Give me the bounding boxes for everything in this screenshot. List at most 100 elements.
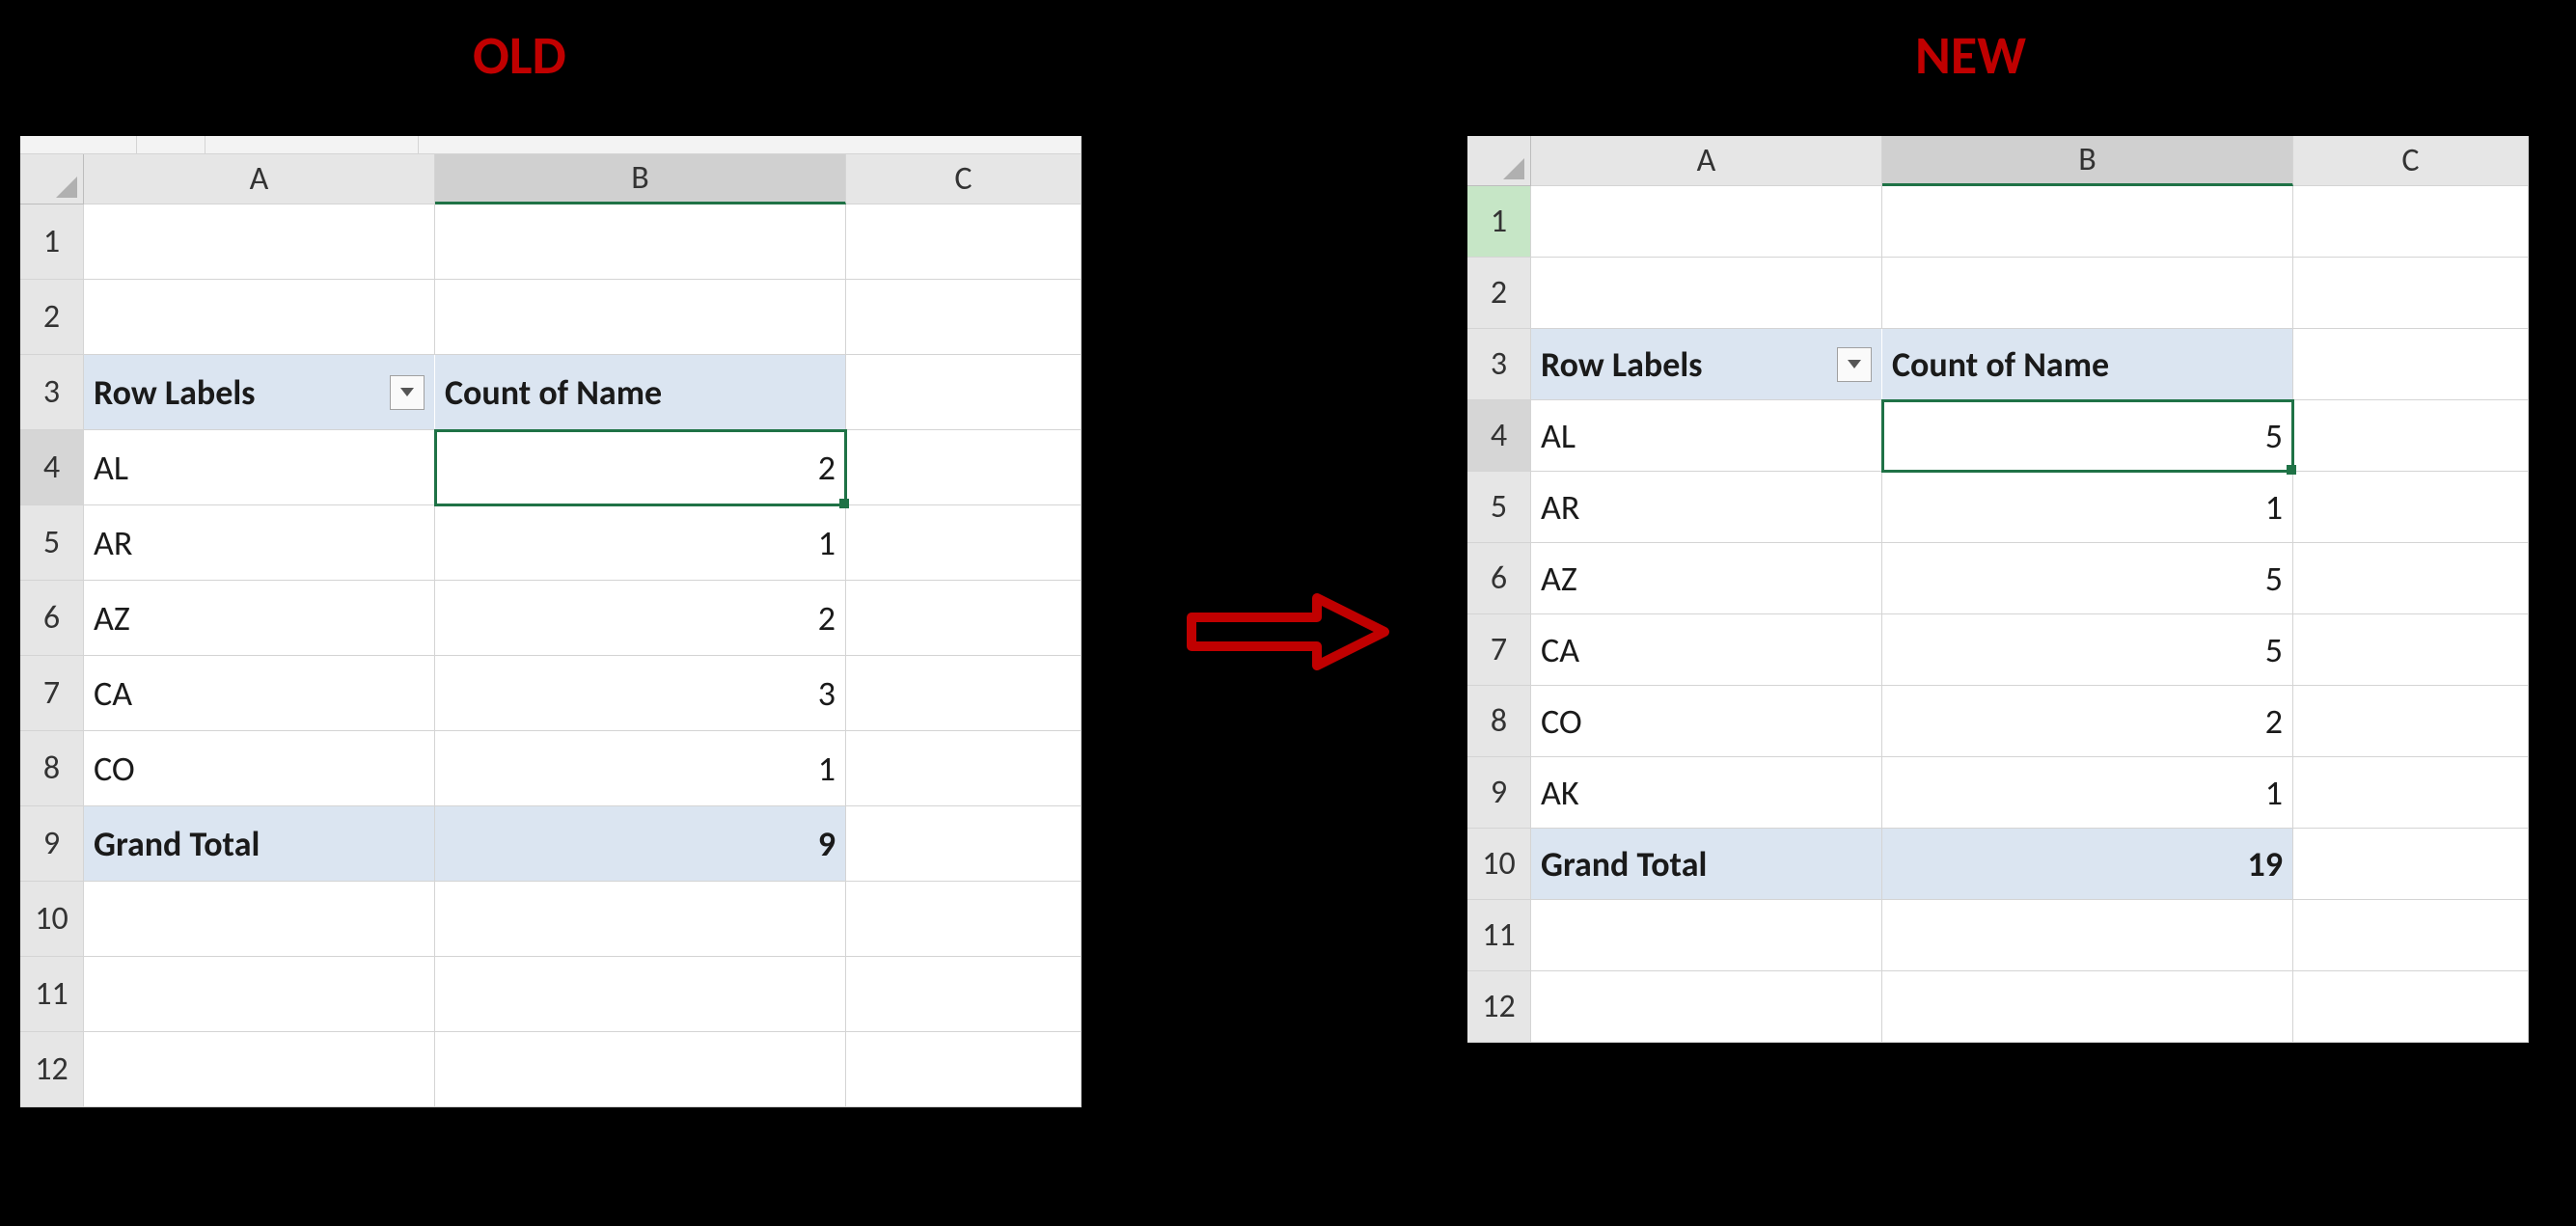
cell[interactable]: [846, 806, 1082, 882]
col-header-B[interactable]: B: [1882, 136, 2293, 186]
row-header[interactable]: 9: [20, 806, 84, 882]
filter-dropdown-icon[interactable]: [390, 375, 425, 410]
cell[interactable]: 3: [435, 656, 846, 731]
cell[interactable]: [1531, 900, 1882, 971]
col-header-A[interactable]: A: [1531, 136, 1882, 186]
cell[interactable]: [846, 957, 1082, 1032]
cell[interactable]: [1882, 186, 2293, 258]
row-header[interactable]: 7: [20, 656, 84, 731]
cell[interactable]: 1: [1882, 472, 2293, 543]
filter-dropdown-icon[interactable]: [1837, 347, 1872, 382]
col-header-C[interactable]: C: [2293, 136, 2529, 186]
row-header[interactable]: 3: [20, 355, 84, 430]
grand-total-value[interactable]: 19: [1882, 829, 2293, 900]
select-all-corner[interactable]: [1467, 136, 1531, 186]
grand-total-label[interactable]: Grand Total: [1531, 829, 1882, 900]
active-cell[interactable]: 5: [1882, 400, 2293, 472]
old-grid[interactable]: A B C 1 2 3 Row Labels Count of Name 4 A…: [20, 154, 1082, 1107]
cell[interactable]: [846, 355, 1082, 430]
cell[interactable]: [84, 204, 435, 280]
row-header[interactable]: 2: [20, 280, 84, 355]
cell[interactable]: [2293, 400, 2529, 472]
pivot-count-header[interactable]: Count of Name: [435, 355, 846, 430]
cell[interactable]: CO: [1531, 686, 1882, 757]
cell[interactable]: [846, 882, 1082, 957]
cell[interactable]: AR: [1531, 472, 1882, 543]
row-header[interactable]: 11: [1467, 900, 1531, 971]
pivot-count-header[interactable]: Count of Name: [1882, 329, 2293, 400]
cell[interactable]: [1882, 971, 2293, 1043]
cell[interactable]: AR: [84, 505, 435, 581]
cell[interactable]: [2293, 258, 2529, 329]
cell[interactable]: 1: [1882, 757, 2293, 829]
cell[interactable]: [846, 280, 1082, 355]
cell[interactable]: [84, 280, 435, 355]
cell[interactable]: [846, 581, 1082, 656]
cell[interactable]: 2: [1882, 686, 2293, 757]
col-header-B[interactable]: B: [435, 154, 846, 204]
cell[interactable]: [846, 656, 1082, 731]
cell[interactable]: [846, 1032, 1082, 1107]
cell[interactable]: [1882, 900, 2293, 971]
cell[interactable]: [2293, 186, 2529, 258]
pivot-row-labels-header[interactable]: Row Labels: [1531, 329, 1882, 400]
row-header[interactable]: 5: [20, 505, 84, 581]
cell[interactable]: [84, 957, 435, 1032]
new-grid[interactable]: A B C 1 2 3 Row Labels Count of Name 4 A…: [1467, 136, 2529, 1043]
cell[interactable]: [846, 505, 1082, 581]
cell[interactable]: AK: [1531, 757, 1882, 829]
cell[interactable]: [1882, 258, 2293, 329]
row-header[interactable]: 10: [20, 882, 84, 957]
cell[interactable]: [2293, 472, 2529, 543]
row-header[interactable]: 2: [1467, 258, 1531, 329]
row-header[interactable]: 4: [1467, 400, 1531, 472]
row-header[interactable]: 6: [20, 581, 84, 656]
cell[interactable]: [2293, 614, 2529, 686]
cell[interactable]: [846, 204, 1082, 280]
row-header[interactable]: 9: [1467, 757, 1531, 829]
row-header[interactable]: 1: [20, 204, 84, 280]
row-header[interactable]: 10: [1467, 829, 1531, 900]
grand-total-value[interactable]: 9: [435, 806, 846, 882]
cell[interactable]: AL: [1531, 400, 1882, 472]
cell[interactable]: [2293, 686, 2529, 757]
cell[interactable]: [2293, 829, 2529, 900]
cell[interactable]: 5: [1882, 614, 2293, 686]
cell[interactable]: 1: [435, 731, 846, 806]
cell[interactable]: [435, 957, 846, 1032]
cell[interactable]: [1531, 258, 1882, 329]
row-header[interactable]: 5: [1467, 472, 1531, 543]
cell[interactable]: [2293, 329, 2529, 400]
cell[interactable]: [2293, 971, 2529, 1043]
cell[interactable]: [1531, 186, 1882, 258]
row-header[interactable]: 3: [1467, 329, 1531, 400]
col-header-A[interactable]: A: [84, 154, 435, 204]
cell[interactable]: [2293, 543, 2529, 614]
col-header-C[interactable]: C: [846, 154, 1082, 204]
cell[interactable]: [435, 882, 846, 957]
row-header[interactable]: 8: [1467, 686, 1531, 757]
cell[interactable]: CO: [84, 731, 435, 806]
cell[interactable]: [435, 204, 846, 280]
cell[interactable]: AZ: [84, 581, 435, 656]
cell[interactable]: AL: [84, 430, 435, 505]
cell[interactable]: [84, 1032, 435, 1107]
row-header[interactable]: 6: [1467, 543, 1531, 614]
cell[interactable]: [435, 1032, 846, 1107]
cell[interactable]: [84, 882, 435, 957]
row-header[interactable]: 12: [20, 1032, 84, 1107]
grand-total-label[interactable]: Grand Total: [84, 806, 435, 882]
row-header[interactable]: 8: [20, 731, 84, 806]
select-all-corner[interactable]: [20, 154, 84, 204]
cell[interactable]: [846, 430, 1082, 505]
row-header[interactable]: 12: [1467, 971, 1531, 1043]
cell[interactable]: CA: [84, 656, 435, 731]
cell[interactable]: [1531, 971, 1882, 1043]
cell[interactable]: 2: [435, 581, 846, 656]
row-header[interactable]: 1: [1467, 186, 1531, 258]
cell[interactable]: 5: [1882, 543, 2293, 614]
row-header[interactable]: 7: [1467, 614, 1531, 686]
cell[interactable]: [846, 731, 1082, 806]
cell[interactable]: [435, 280, 846, 355]
cell[interactable]: AZ: [1531, 543, 1882, 614]
